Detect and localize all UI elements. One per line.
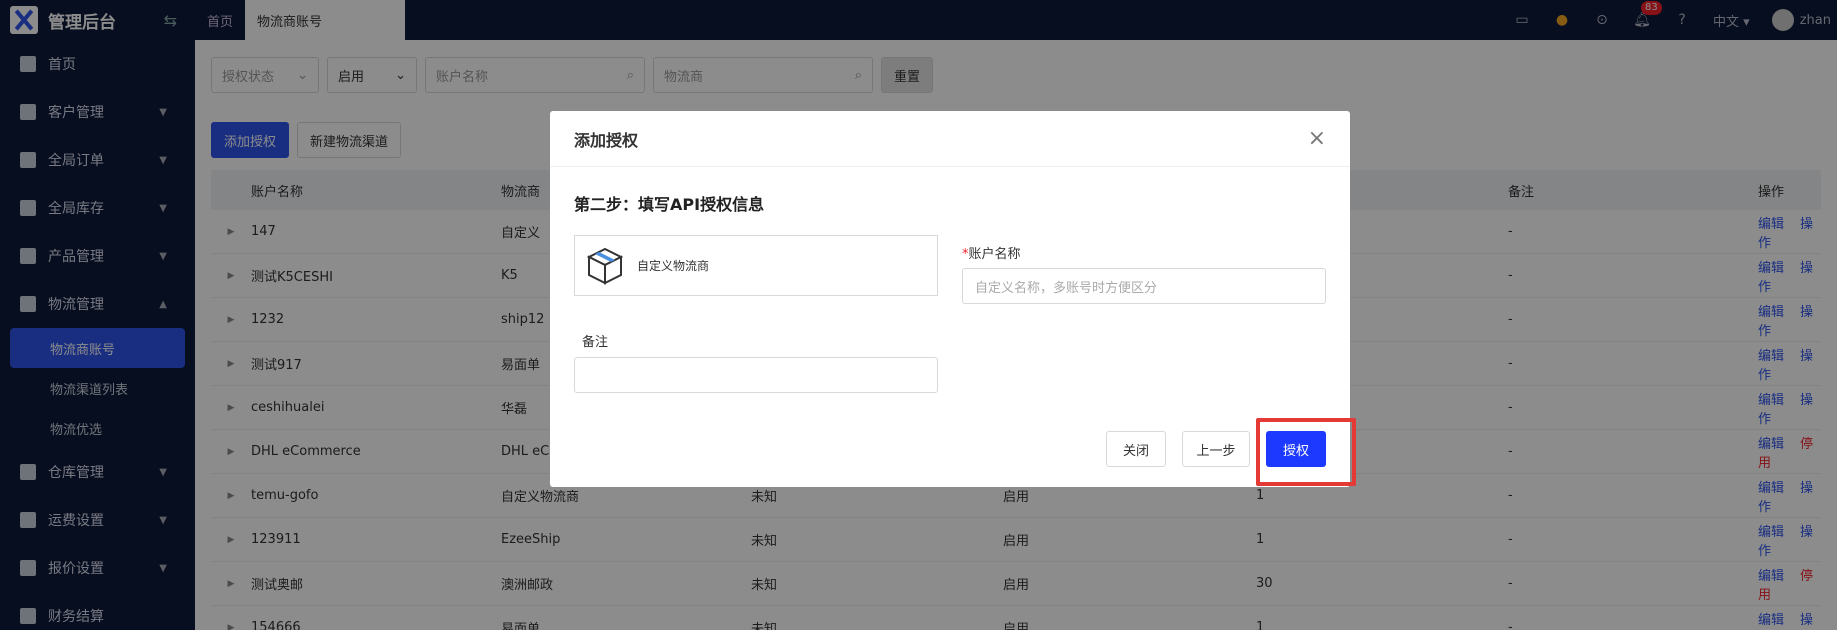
account-name-label: *账户名称 — [962, 247, 1021, 262]
account-name-input[interactable]: 自定义名称，多账号时方便区分 — [962, 268, 1326, 304]
provider-card[interactable]: 自定义物流商 — [574, 235, 938, 296]
close-button[interactable]: 关闭 — [1106, 431, 1166, 467]
modal-header: 添加授权 × — [550, 111, 1350, 167]
close-icon[interactable]: × — [1308, 126, 1326, 151]
provider-name: 自定义物流商 — [637, 259, 710, 273]
note-label: 备注 — [582, 335, 609, 350]
package-icon — [586, 247, 624, 285]
add-auth-modal: 添加授权 × 第二步：填写API授权信息 自定义物流商 *账户名称 自定义名称，… — [550, 111, 1350, 487]
step-title: 第二步：填写API授权信息 — [574, 195, 765, 214]
modal-title: 添加授权 — [574, 130, 639, 150]
note-textarea[interactable] — [574, 357, 938, 393]
highlight-box — [1256, 418, 1356, 486]
prev-step-button[interactable]: 上一步 — [1182, 431, 1250, 467]
